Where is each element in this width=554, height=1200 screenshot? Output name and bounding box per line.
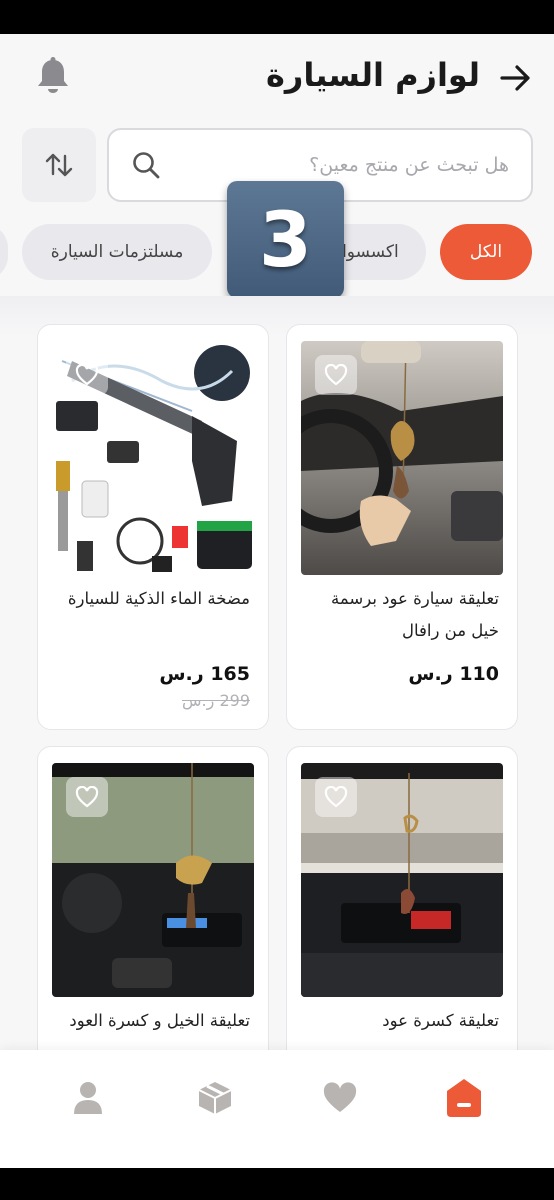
bell-icon[interactable] bbox=[36, 56, 70, 96]
search-icon bbox=[133, 152, 160, 179]
product-title: تعليقة الخيل و كسرة العود bbox=[69, 1011, 250, 1030]
overlay-number-badge: 3 bbox=[227, 181, 344, 298]
chip-car-supplies[interactable]: مسلتزمات السيارة bbox=[22, 224, 212, 280]
nav-favorites[interactable] bbox=[310, 1068, 370, 1128]
bottom-nav bbox=[0, 1050, 554, 1168]
heart-icon bbox=[323, 1082, 357, 1112]
product-title: تعليقة كسرة عود bbox=[382, 1011, 499, 1030]
sort-button[interactable] bbox=[22, 128, 96, 202]
product-card[interactable]: مضخة الماء الذكية للسيارة 165 ر.س 299 ر.… bbox=[37, 324, 269, 730]
arrow-right-icon[interactable] bbox=[498, 60, 534, 96]
chip-all[interactable]: الكل bbox=[440, 224, 532, 280]
product-image bbox=[301, 763, 503, 997]
product-title: مضخة الماء الذكية للسيارة bbox=[67, 589, 250, 608]
heart-outline-icon bbox=[75, 364, 99, 386]
nav-home[interactable] bbox=[434, 1068, 494, 1128]
chip-more[interactable] bbox=[0, 224, 8, 280]
product-old-price: 299 ر.س bbox=[182, 691, 250, 710]
product-card[interactable]: تعليقة سيارة عود برسمة خيل من رافال 110 … bbox=[286, 324, 518, 730]
favorite-button[interactable] bbox=[66, 355, 108, 395]
nav-profile[interactable] bbox=[58, 1068, 118, 1128]
favorite-button[interactable] bbox=[315, 355, 357, 395]
product-price: 110 ر.س bbox=[408, 663, 499, 685]
favorite-button[interactable] bbox=[66, 777, 108, 817]
heart-outline-icon bbox=[75, 786, 99, 808]
page-title: لوازم السيارة bbox=[266, 56, 480, 94]
user-icon bbox=[74, 1082, 102, 1114]
product-image bbox=[301, 341, 503, 575]
header: لوازم السيارة bbox=[0, 34, 554, 126]
device-bottom-bezel bbox=[0, 1168, 554, 1200]
heart-outline-icon bbox=[324, 364, 348, 386]
screen: لوازم السيارة الكل اكسسوارات السيارة مسل… bbox=[0, 34, 554, 1168]
product-grid: تعليقة سيارة عود برسمة خيل من رافال 110 … bbox=[0, 296, 554, 1146]
favorite-button[interactable] bbox=[315, 777, 357, 817]
home-icon bbox=[447, 1079, 481, 1117]
sort-arrows-icon bbox=[45, 153, 73, 177]
product-image bbox=[52, 763, 254, 997]
heart-outline-icon bbox=[324, 786, 348, 808]
product-image bbox=[52, 341, 254, 575]
product-price: 165 ر.س bbox=[159, 663, 250, 685]
nav-orders[interactable] bbox=[185, 1068, 245, 1128]
box-icon bbox=[198, 1082, 232, 1114]
product-title: تعليقة سيارة عود برسمة خيل من رافال bbox=[331, 589, 499, 640]
